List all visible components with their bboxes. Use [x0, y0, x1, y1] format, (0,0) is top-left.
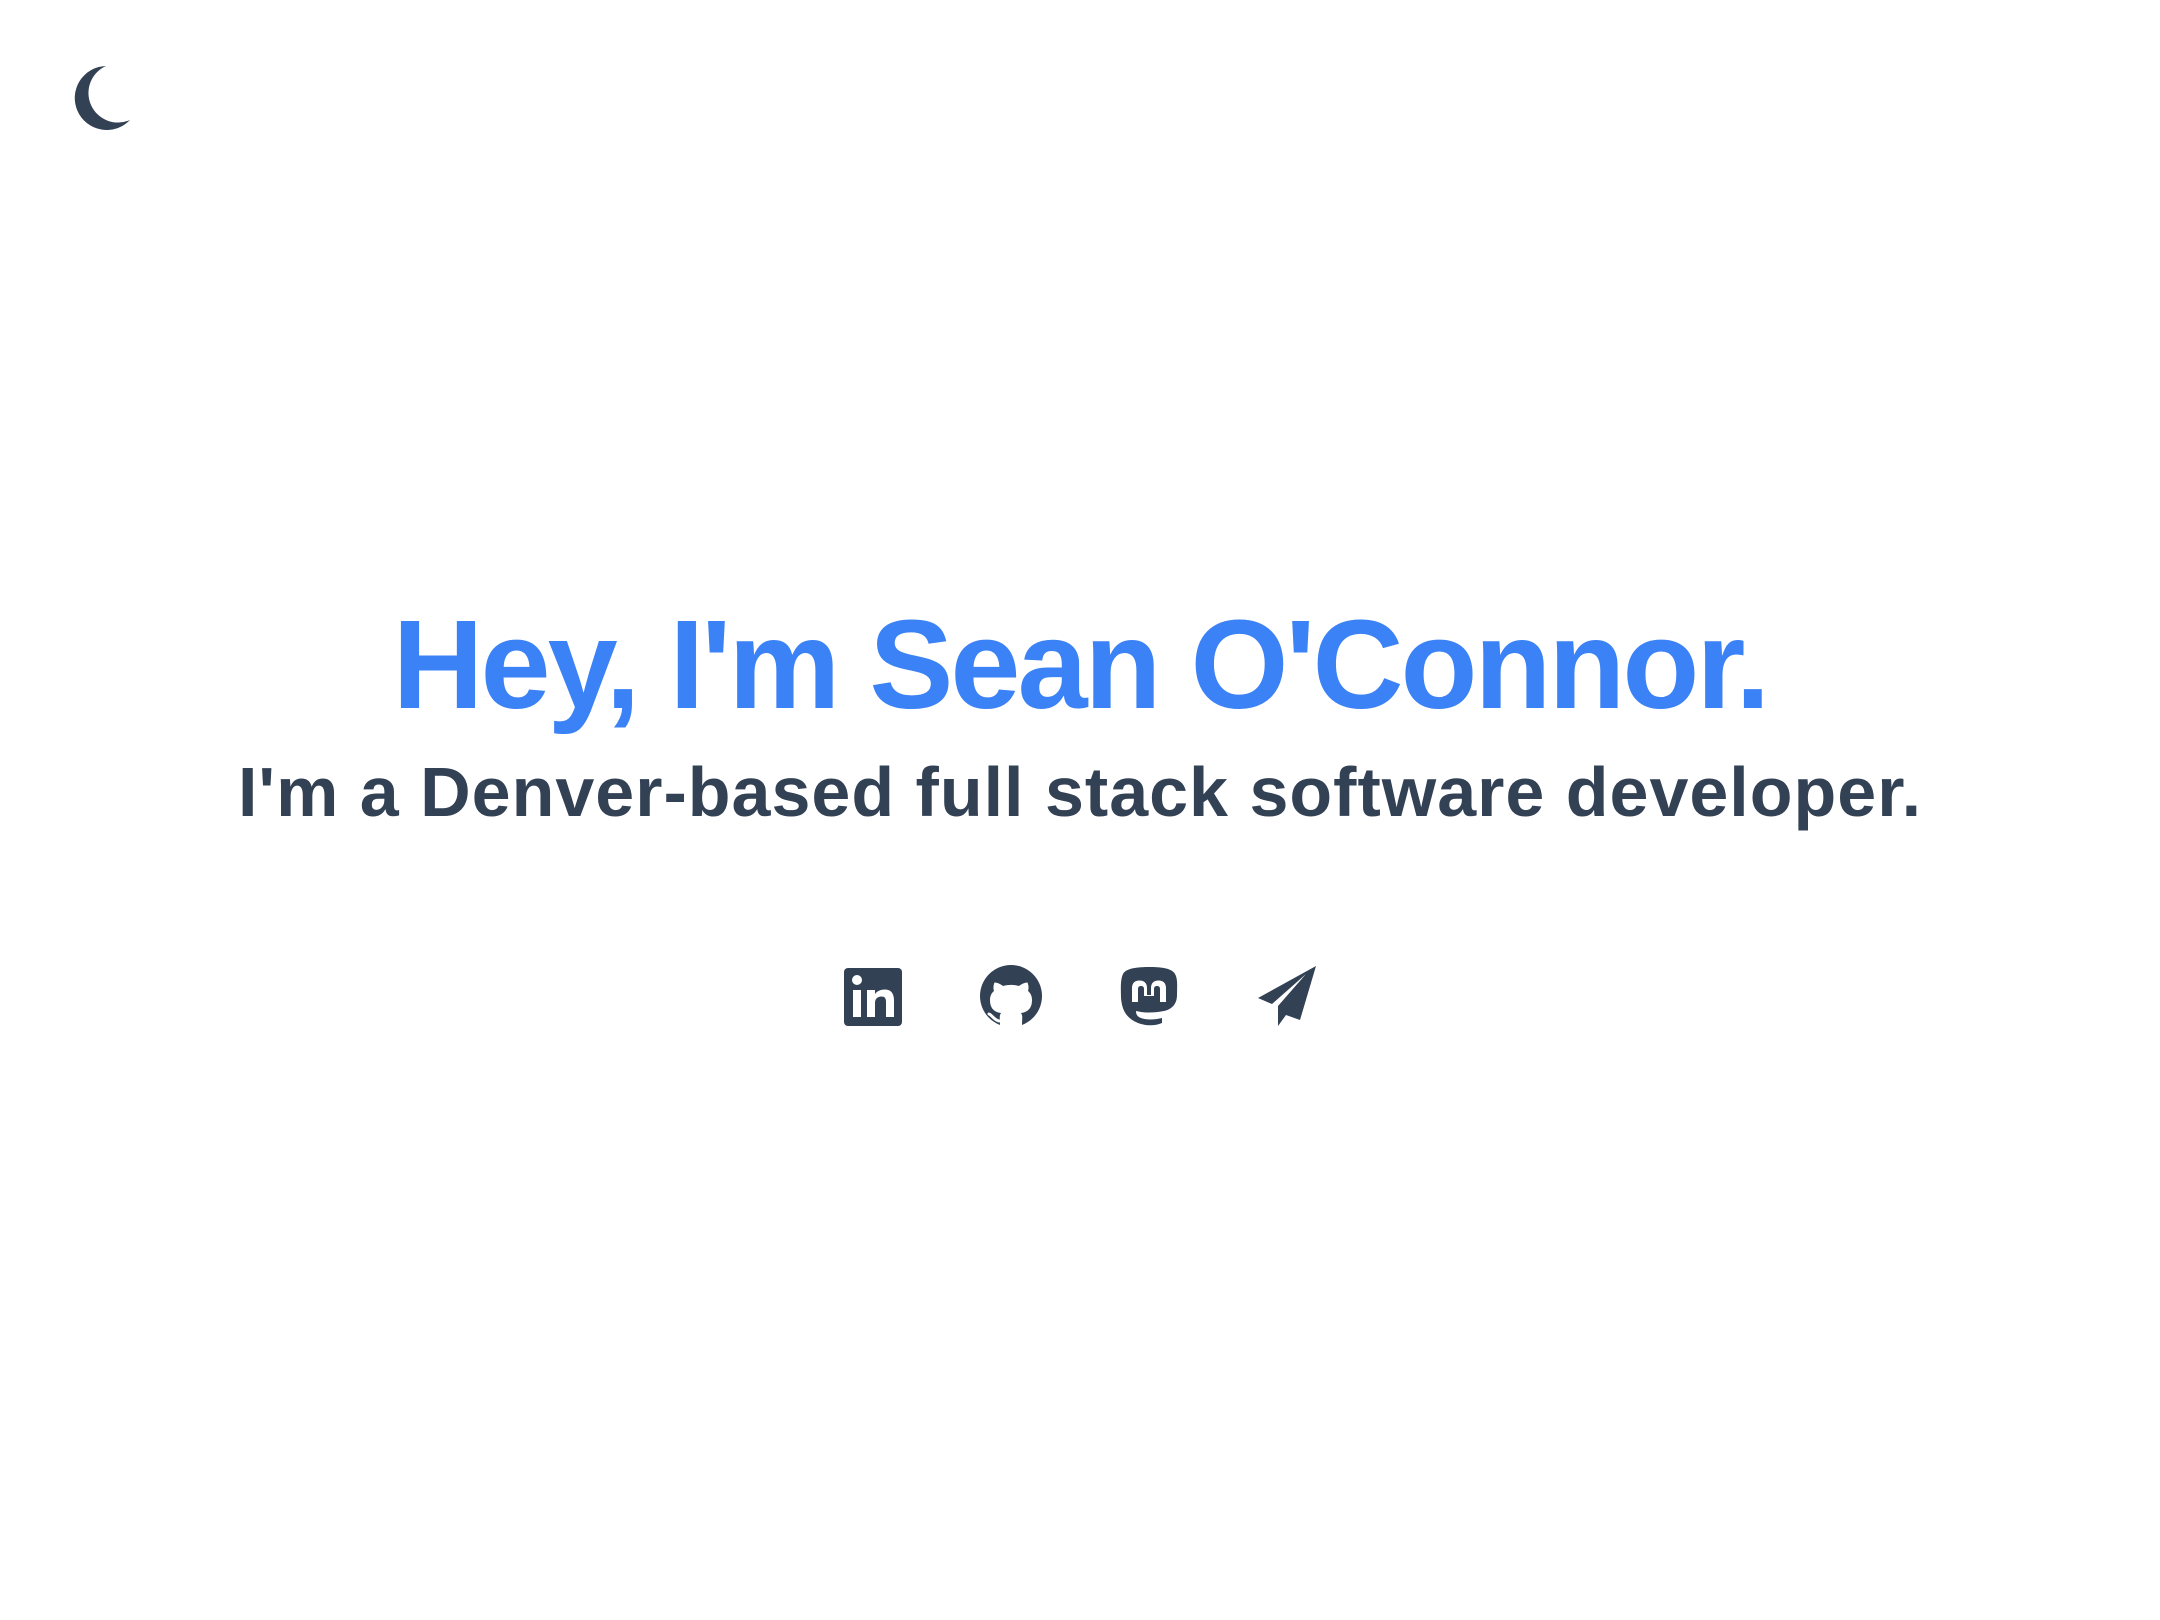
email-link[interactable]	[1254, 962, 1320, 1030]
subheadline: I'm a Denver-based full stack software d…	[237, 753, 1923, 831]
github-link[interactable]	[978, 962, 1044, 1030]
github-icon	[978, 962, 1044, 1030]
paper-plane-icon	[1254, 962, 1320, 1030]
linkedin-link[interactable]	[840, 962, 906, 1030]
headline: Hey, I'm Sean O'Connor.	[392, 594, 1771, 735]
mastodon-icon	[1116, 962, 1182, 1030]
hero-section: Hey, I'm Sean O'Connor. I'm a Denver-bas…	[0, 600, 2160, 832]
page: Hey, I'm Sean O'Connor. I'm a Denver-bas…	[0, 0, 2160, 1620]
linkedin-icon	[840, 962, 906, 1030]
mastodon-link[interactable]	[1116, 962, 1182, 1030]
moon-icon	[66, 60, 134, 132]
theme-toggle-button[interactable]	[62, 58, 138, 134]
social-links	[0, 962, 2160, 1030]
